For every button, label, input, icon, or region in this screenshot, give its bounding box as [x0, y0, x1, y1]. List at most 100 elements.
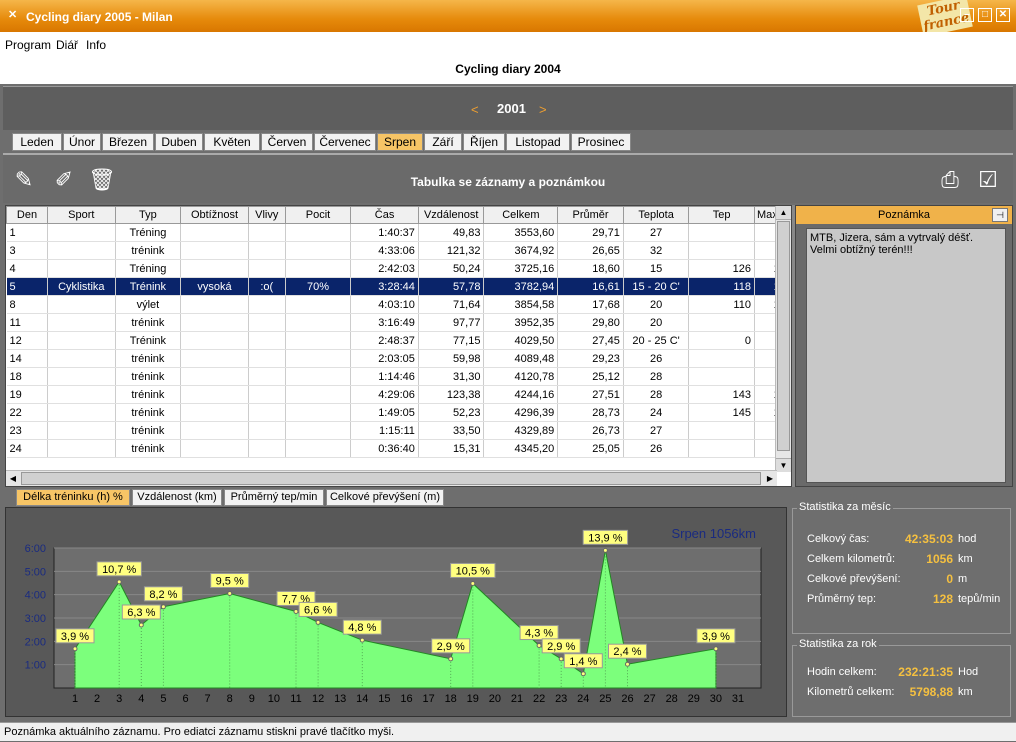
- year-label: 2001: [497, 101, 526, 116]
- table-row[interactable]: 11 trénink 3:16:49 97,77 3952,35 29,80 20: [6, 313, 791, 332]
- chart-tabs: Délka tréninku (h) % Vzdálenost (km) Průmě…: [12, 489, 492, 507]
- x-tick-label: 1: [72, 693, 78, 705]
- data-point: [625, 661, 630, 667]
- table-cell: 52,23: [418, 403, 485, 422]
- next-year-button[interactable]: >: [539, 102, 547, 117]
- x-tick-label: 21: [511, 693, 523, 705]
- table-cell: 23: [6, 421, 48, 440]
- column-header[interactable]: Typ: [114, 206, 182, 224]
- table-cell: [180, 439, 249, 458]
- tab-month-11[interactable]: Listopad: [506, 133, 570, 151]
- table-cell: 3: [6, 241, 48, 260]
- tab-month-3[interactable]: Březen: [102, 133, 154, 151]
- table-row[interactable]: 8výlet4:03:1071,643854,5817,6820110180: [6, 295, 791, 314]
- table-cell: trénink: [115, 439, 182, 458]
- table-cell: 50,24: [418, 259, 485, 278]
- table-row[interactable]: 22trénink1:49:0552,234296,3928,732414518…: [6, 403, 791, 422]
- column-header[interactable]: Vlivy: [247, 206, 286, 224]
- toolbar-title: Tabulka se záznamy a poznámkou: [410, 175, 606, 189]
- data-label: 10,7 %: [102, 564, 136, 576]
- table-cell: [180, 259, 249, 278]
- stat-label: Kilometrů celkem:: [807, 686, 895, 698]
- data-label: 4,8 %: [348, 622, 376, 634]
- tab-month-9[interactable]: Září: [424, 133, 462, 151]
- column-header[interactable]: Celkem: [483, 206, 559, 224]
- records-table[interactable]: Den Sport Typ Obtížnost Vlivy Pocit Čas Vzdálen…: [5, 205, 792, 487]
- tab-month-10[interactable]: Říjen: [463, 133, 505, 151]
- data-point: [558, 656, 564, 662]
- data-label: 4,3 %: [525, 628, 553, 640]
- table-cell: 4:03:10: [350, 295, 419, 314]
- column-header[interactable]: Čas: [350, 206, 419, 224]
- table-horizontal-scrollbar[interactable]: ◀ ▶: [6, 470, 777, 486]
- tab-month-1[interactable]: Leden: [12, 133, 62, 151]
- table-cell: trénink: [115, 403, 182, 422]
- x-tick-label: 5: [160, 693, 166, 705]
- prev-year-button[interactable]: <: [471, 102, 479, 117]
- column-header[interactable]: Pocit: [284, 206, 352, 224]
- table-row[interactable]: 5 Cyklistika Trénink vysoká:o(70% 3:28:44 57,…: [6, 277, 791, 296]
- y-tick-label: 1:00: [25, 660, 46, 672]
- table-row[interactable]: 24 trénink 0:36:40 15,31 4345,20 25,05 26: [6, 439, 791, 458]
- note-text[interactable]: MTB, Jizera, sám a vytrvalý déšť. Velmi …: [806, 228, 1006, 483]
- table-row[interactable]: 18 trénink 1:14:46 31,30 4120,78 25,12 28: [6, 367, 791, 386]
- tab-month-6[interactable]: Červen: [261, 133, 313, 151]
- table-cell: 8: [6, 295, 48, 314]
- x-tick-label: 16: [400, 693, 412, 705]
- data-label: 2,9 %: [547, 641, 575, 653]
- column-header[interactable]: Den: [6, 206, 48, 224]
- table-row[interactable]: 12 Trénink 2:48:37 77,15 4029,50 27,45 20 - 25…: [6, 331, 791, 350]
- table-cell: [285, 403, 352, 422]
- x-tick-label: 10: [268, 693, 280, 705]
- print-icon[interactable]: ⎙: [935, 165, 965, 195]
- column-header[interactable]: Vzdálenost: [417, 206, 485, 224]
- tab-month-7[interactable]: Červenec: [314, 133, 376, 151]
- chart-tab-2[interactable]: Vzdálenost (km): [132, 489, 222, 506]
- table-cell: [248, 241, 286, 260]
- tab-month-5[interactable]: Květen: [204, 133, 260, 151]
- column-header[interactable]: Tep: [688, 206, 755, 224]
- x-tick-label: 30: [710, 693, 722, 705]
- column-header[interactable]: Teplota: [622, 206, 690, 224]
- checklist-icon[interactable]: ☑: [973, 165, 1003, 195]
- menu-program[interactable]: Program: [5, 38, 51, 52]
- table-row[interactable]: 23 trénink 1:15:11 33,50 4329,89 26,73 27: [6, 421, 791, 440]
- table-row[interactable]: 14 trénink 2:03:05 59,98 4089,48 29,23 26: [6, 349, 791, 368]
- tab-month-4[interactable]: Duben: [155, 133, 203, 151]
- close-button[interactable]: ✕: [996, 8, 1010, 22]
- column-header[interactable]: Průměr: [557, 206, 624, 224]
- tab-month-12[interactable]: Prosinec: [571, 133, 631, 151]
- chart-tab-1[interactable]: Délka tréninku (h) %: [16, 489, 130, 506]
- table-row[interactable]: 4Tréning2:42:0350,243725,1618,6015126171: [6, 259, 791, 278]
- tab-month-8[interactable]: Srpen: [377, 133, 423, 151]
- table-cell: [47, 331, 116, 350]
- stat-label: Celkový čas:: [807, 533, 870, 545]
- tab-month-2[interactable]: Únor: [63, 133, 101, 151]
- minimize-button[interactable]: –: [960, 8, 974, 22]
- menu-info[interactable]: Info: [86, 38, 106, 52]
- y-tick-label: 3:00: [25, 613, 46, 625]
- chart-tab-4[interactable]: Celkové převýšení (m): [326, 489, 444, 506]
- pin-icon[interactable]: ⊣: [992, 208, 1008, 222]
- table-cell: 27,51: [557, 385, 624, 404]
- column-header[interactable]: Sport: [46, 206, 116, 224]
- table-cell: 18: [6, 367, 48, 386]
- table-cell: [688, 349, 755, 368]
- table-row[interactable]: 3 trénink 4:33:06 121,32 3674,92 26,65 32: [6, 241, 791, 260]
- chart-tab-3[interactable]: Průměrný tep/min: [224, 489, 324, 506]
- table-row[interactable]: 1 Tréning 1:40:37 49,83 3553,60 29,71 27: [6, 223, 791, 242]
- maximize-button[interactable]: □: [978, 8, 992, 22]
- table-cell: 20: [623, 313, 690, 332]
- table-row[interactable]: 19trénink4:29:06123,384244,1627,51281431…: [6, 385, 791, 404]
- table-cell: 14: [6, 349, 48, 368]
- table-cell: 59,98: [418, 349, 485, 368]
- table-cell: 15 - 20 C': [623, 277, 690, 296]
- table-vertical-scrollbar[interactable]: ▲ ▼: [775, 206, 791, 472]
- table-cell: 27,45: [557, 331, 624, 350]
- column-header[interactable]: Obtížnost: [180, 206, 249, 224]
- x-tick-label: 26: [621, 693, 633, 705]
- chart-title: Srpen 1056km: [671, 526, 756, 541]
- training-duration-chart: 1:00 2:00 3:00 4:00 5:00 6:00 3,9 % 10,7 % 6,3 %…: [25, 526, 762, 705]
- menu-diar[interactable]: Diář: [56, 38, 78, 52]
- stat-unit: km: [958, 686, 973, 698]
